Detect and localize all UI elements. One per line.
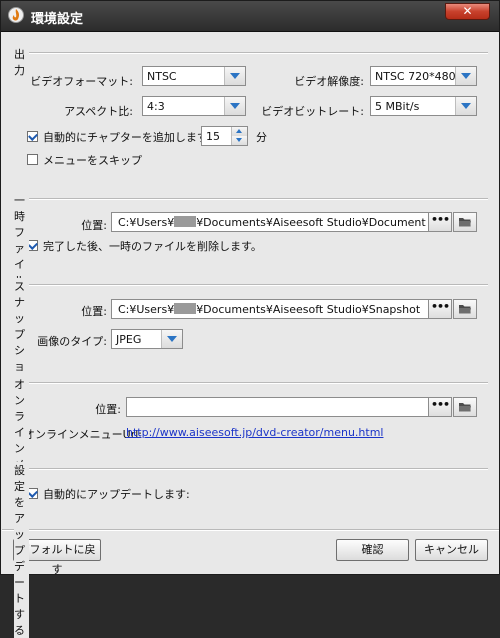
window-title: 環境設定 bbox=[31, 12, 84, 27]
close-icon: ✕ bbox=[462, 4, 473, 18]
auto-chapter-checkbox[interactable] bbox=[27, 131, 38, 142]
temp-heading: 一時ファイル bbox=[14, 192, 29, 288]
folder-icon bbox=[459, 218, 471, 227]
divider bbox=[14, 284, 488, 286]
video-format-select[interactable]: NTSC bbox=[142, 66, 246, 86]
temp-path-suffix: ¥Documents¥Aiseesoft Studio¥Document bbox=[196, 216, 426, 229]
divider bbox=[14, 198, 488, 200]
snapshot-path-suffix: ¥Documents¥Aiseesoft Studio¥Snapshot bbox=[196, 303, 421, 316]
image-type-value: JPEG bbox=[116, 333, 142, 346]
aspect-ratio-label: アスペクト比: bbox=[64, 105, 133, 118]
online-menu-location-label: 位置: bbox=[95, 403, 121, 416]
temp-path-prefix: C:¥Users¥ bbox=[118, 216, 175, 229]
video-resolution-select[interactable]: NTSC 720*480 bbox=[370, 66, 477, 86]
temp-open-folder-button[interactable] bbox=[453, 212, 477, 232]
cancel-button[interactable]: キャンセル bbox=[415, 539, 488, 561]
snapshot-location-label: 位置: bbox=[81, 305, 107, 318]
video-resolution-value: NTSC 720*480 bbox=[375, 70, 456, 83]
chevron-down-icon[interactable] bbox=[455, 97, 476, 115]
footer-divider bbox=[2, 529, 499, 531]
divider bbox=[14, 52, 488, 54]
skip-menu-checkbox[interactable] bbox=[27, 154, 38, 165]
chevron-down-icon[interactable] bbox=[224, 97, 245, 115]
online-menu-path-field[interactable] bbox=[126, 397, 430, 417]
output-heading: 出力 bbox=[14, 46, 29, 78]
snapshot-browse-button[interactable]: ••• bbox=[428, 299, 452, 319]
snapshot-path-field[interactable]: C:¥Users¥ ¥Documents¥Aiseesoft Studio¥Sna… bbox=[111, 299, 430, 319]
redacted-username bbox=[174, 216, 197, 227]
title-bar[interactable]: 環境設定 ✕ bbox=[1, 1, 499, 32]
auto-chapter-label: 自動的にチャプターを追加します bbox=[43, 131, 208, 144]
preferences-window: 環境設定 ✕ 出力 ビデオフォーマット: NTSC ビデオ解像度: NTSC 7… bbox=[0, 0, 500, 638]
stepper-down-icon[interactable] bbox=[231, 136, 247, 145]
more-icon: ••• bbox=[430, 213, 450, 226]
ok-button[interactable]: 確認 bbox=[336, 539, 409, 561]
temp-browse-button[interactable]: ••• bbox=[428, 212, 452, 232]
chevron-down-icon[interactable] bbox=[224, 67, 245, 85]
snapshot-open-folder-button[interactable] bbox=[453, 299, 477, 319]
online-menu-open-folder-button[interactable] bbox=[453, 397, 477, 417]
skip-menu-label: メニューをスキップ bbox=[43, 154, 142, 167]
online-menu-url-link[interactable]: http://www.aiseesoft.jp/dvd-creator/menu… bbox=[126, 426, 383, 439]
divider bbox=[14, 382, 488, 384]
close-button[interactable]: ✕ bbox=[445, 3, 490, 20]
video-bitrate-label: ビデオビットレート: bbox=[261, 105, 364, 118]
video-resolution-label: ビデオ解像度: bbox=[294, 75, 364, 88]
more-icon: ••• bbox=[430, 300, 450, 313]
auto-update-label: 自動的にアップデートします: bbox=[43, 488, 190, 501]
aspect-ratio-select[interactable]: 4:3 bbox=[142, 96, 246, 116]
video-format-value: NTSC bbox=[147, 70, 177, 83]
redacted-username bbox=[174, 303, 197, 314]
snapshot-path-prefix: C:¥Users¥ bbox=[118, 303, 175, 316]
content-area: 出力 ビデオフォーマット: NTSC ビデオ解像度: NTSC 720*480 … bbox=[2, 32, 499, 638]
folder-icon bbox=[459, 403, 471, 412]
video-format-label: ビデオフォーマット: bbox=[30, 75, 133, 88]
chevron-down-icon[interactable] bbox=[455, 67, 476, 85]
chevron-down-icon[interactable] bbox=[161, 330, 182, 348]
video-bitrate-value: 5 MBit/s bbox=[375, 100, 420, 113]
chapter-interval-unit: 分 bbox=[256, 131, 267, 144]
folder-icon bbox=[459, 305, 471, 314]
chapter-interval-stepper[interactable]: 15 bbox=[201, 126, 248, 146]
image-type-label: 画像のタイプ: bbox=[37, 335, 107, 348]
online-menu-url-label: オンラインメニューUrl: bbox=[24, 428, 143, 441]
more-icon: ••• bbox=[430, 398, 450, 411]
divider bbox=[14, 468, 488, 470]
update-heading: 設定をアップデートする bbox=[14, 462, 29, 638]
chapter-interval-value: 15 bbox=[206, 130, 220, 143]
image-type-select[interactable]: JPEG bbox=[111, 329, 183, 349]
video-bitrate-select[interactable]: 5 MBit/s bbox=[370, 96, 477, 116]
delete-temp-label: 完了した後、一時のファイルを削除します。 bbox=[43, 240, 262, 253]
temp-path-field[interactable]: C:¥Users¥ ¥Documents¥Aiseesoft Studio¥Doc… bbox=[111, 212, 430, 232]
online-menu-browse-button[interactable]: ••• bbox=[428, 397, 452, 417]
app-flame-icon bbox=[8, 7, 24, 23]
temp-location-label: 位置: bbox=[81, 219, 107, 232]
aspect-ratio-value: 4:3 bbox=[147, 100, 165, 113]
